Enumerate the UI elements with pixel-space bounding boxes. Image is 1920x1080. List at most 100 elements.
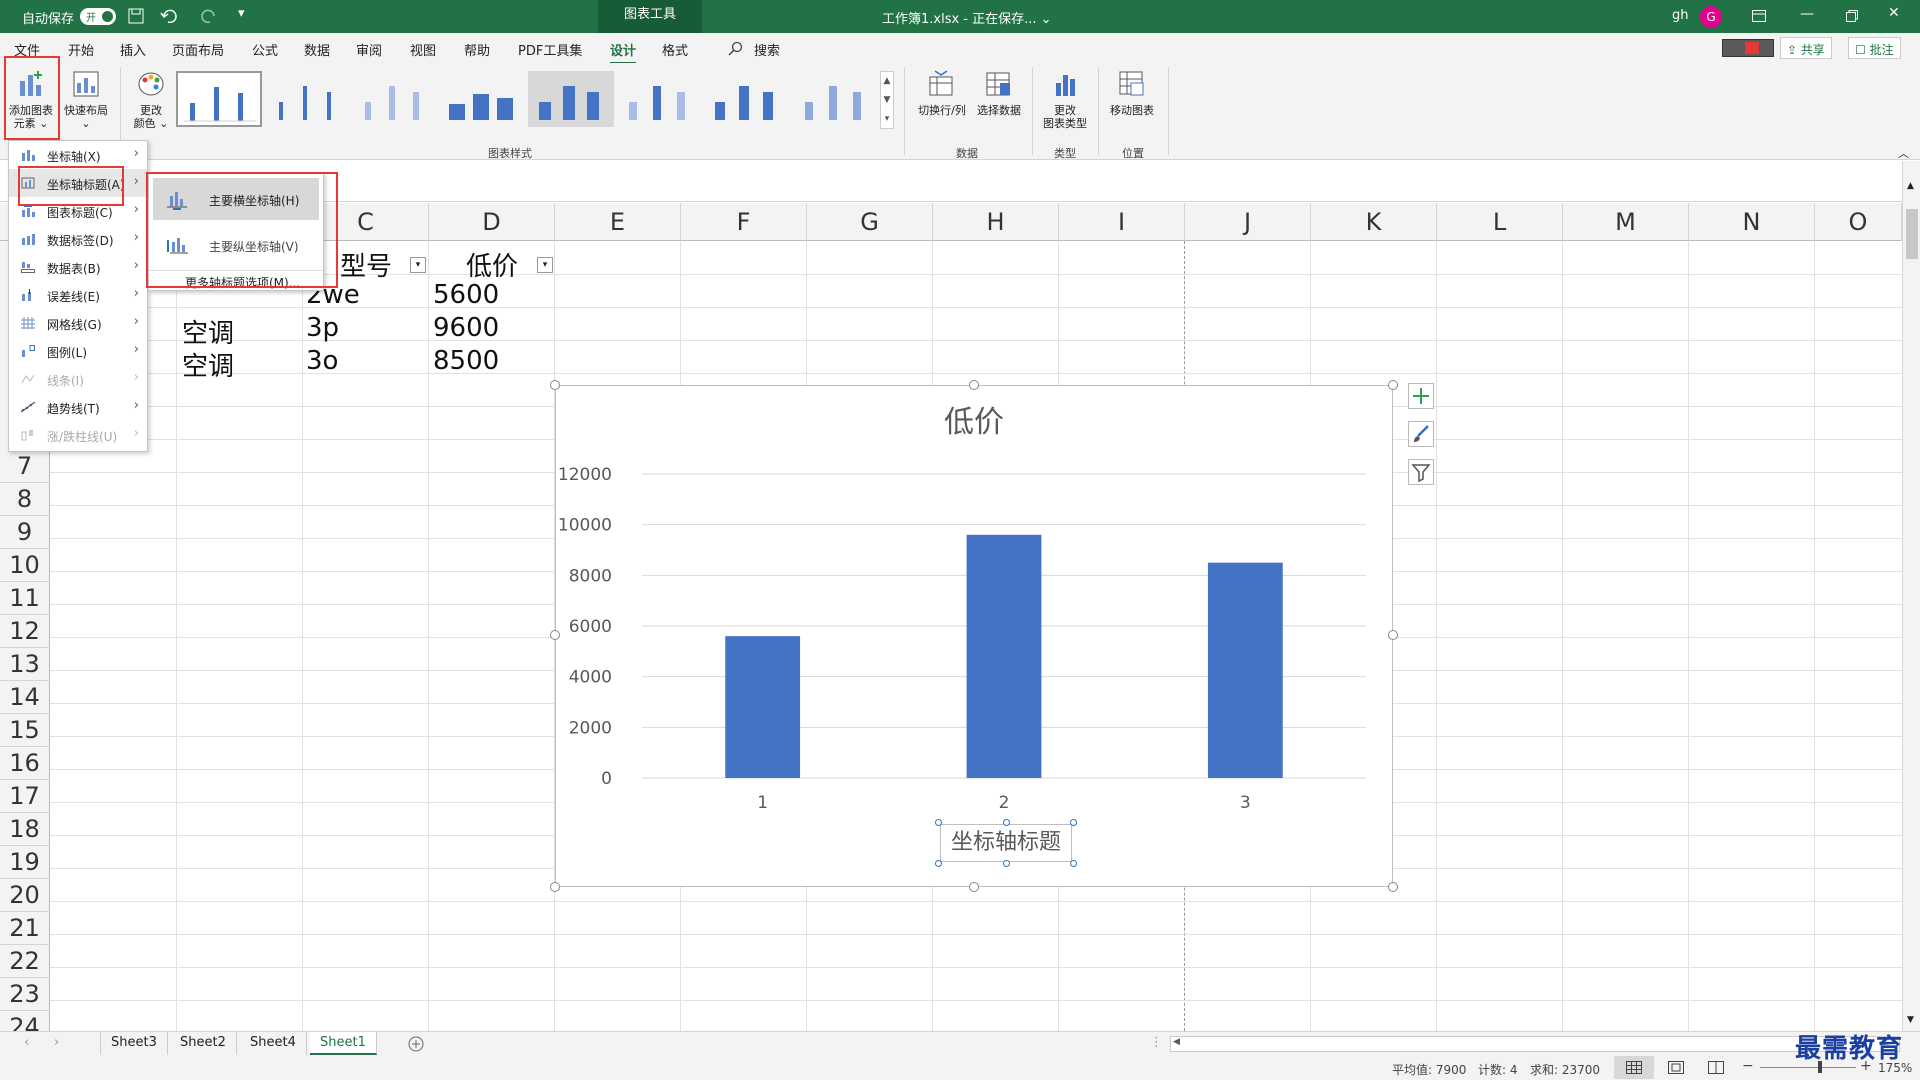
cell-b-row2[interactable]: 空调 (182, 313, 234, 350)
autosave-toggle[interactable]: 开 (80, 8, 116, 25)
resize-handle[interactable] (1003, 860, 1010, 867)
menu-help[interactable]: 帮助 (464, 40, 490, 59)
menu-item-data-labels[interactable]: 数据标签(D) › (9, 225, 147, 253)
sheet-tab-sheet2[interactable]: Sheet2 (170, 1032, 237, 1055)
undo-icon[interactable] (160, 8, 180, 24)
row-header-16[interactable]: 16 (0, 747, 50, 780)
menu-review[interactable]: 审阅 (356, 40, 382, 59)
add-sheet-icon[interactable] (408, 1036, 424, 1052)
chart-style-2[interactable] (264, 71, 350, 127)
menu-item-axes[interactable]: 坐标轴(X) › (9, 141, 147, 169)
row-header-19[interactable]: 19 (0, 846, 50, 879)
change-chart-type-button[interactable]: 更改 图表类型 (1038, 69, 1092, 130)
chart-filters-button[interactable] (1408, 459, 1434, 485)
axis-title-textbox[interactable]: 坐标轴标题 (935, 819, 1077, 867)
column-header-n[interactable]: N (1689, 203, 1815, 241)
resize-handle[interactable] (935, 860, 942, 867)
chart-resize-handle[interactable] (550, 630, 560, 640)
column-header-i[interactable]: I (1059, 203, 1185, 241)
chart-styles-button[interactable] (1408, 421, 1434, 447)
horizontal-scrollbar[interactable]: ◀ (1170, 1036, 1900, 1052)
chart-elements-button[interactable] (1408, 383, 1434, 409)
user-name[interactable]: gh (1672, 8, 1689, 23)
scroll-down-icon[interactable]: ▼ (1907, 1015, 1914, 1025)
row-header-18[interactable]: 18 (0, 813, 50, 846)
cell-b-row3[interactable]: 空调 (182, 346, 234, 383)
cell-c-row3[interactable]: 3o (306, 346, 338, 376)
prev-sheet-icon[interactable]: ‹ (24, 1035, 29, 1050)
quick-layout-button[interactable]: 快速布局 ⌄ (60, 69, 112, 130)
vertical-scrollbar[interactable]: ▲ ▼ (1902, 161, 1920, 1031)
customize-qat-icon[interactable]: ▾ (238, 6, 245, 21)
chart-styles-scroll[interactable]: ▲ ▼ ▾ (880, 71, 894, 129)
comment-button[interactable]: ☐ 批注 (1848, 37, 1901, 59)
row-header-20[interactable]: 20 (0, 879, 50, 912)
ribbon-display-icon[interactable] (1752, 10, 1766, 22)
row-header-21[interactable]: 21 (0, 912, 50, 945)
bar-chart[interactable]: 低价 0 2000 4000 6000 8000 10000 12000 1 2 3 坐标轴标题 (555, 385, 1393, 887)
chart-resize-handle[interactable] (550, 882, 560, 892)
collapse-ribbon-icon[interactable]: ︿ (1898, 145, 1909, 161)
cell-d-row2[interactable]: 9600 (433, 313, 499, 343)
search-box[interactable]: 搜索 (754, 40, 780, 59)
sheet-tab-sheet1[interactable]: Sheet1 (310, 1032, 377, 1055)
menu-formulas[interactable]: 公式 (252, 40, 278, 59)
column-header-f[interactable]: F (681, 203, 807, 241)
filter-dropdown-d[interactable]: ▾ (537, 257, 553, 273)
menu-pdf-tools[interactable]: PDF工具集 (518, 40, 582, 59)
chart-style-5[interactable] (528, 71, 614, 127)
save-icon[interactable] (128, 8, 144, 24)
resize-handle[interactable] (1070, 860, 1077, 867)
bar-3[interactable] (1207, 562, 1283, 778)
chart-style-4[interactable] (440, 71, 526, 127)
sheet-tab-sheet3[interactable]: Sheet3 (100, 1032, 168, 1055)
share-button[interactable]: ⇪ 共享 (1780, 37, 1832, 59)
minimize-icon[interactable]: — (1800, 6, 1814, 22)
menu-insert[interactable]: 插入 (120, 40, 146, 59)
row-header-13[interactable]: 13 (0, 648, 50, 681)
resize-handle[interactable] (1003, 819, 1010, 826)
row-header-8[interactable]: 8 (0, 483, 50, 516)
row-header-22[interactable]: 22 (0, 945, 50, 978)
chart-style-8[interactable] (792, 71, 878, 127)
next-sheet-icon[interactable]: › (54, 1035, 59, 1050)
filter-dropdown-c[interactable]: ▾ (410, 257, 426, 273)
chart-resize-handle[interactable] (550, 380, 560, 390)
row-header-17[interactable]: 17 (0, 780, 50, 813)
column-header-g[interactable]: G (807, 203, 933, 241)
move-chart-button[interactable]: 移动图表 (1104, 69, 1160, 117)
cell-c-header[interactable]: 型号 (340, 246, 392, 283)
switch-row-column-button[interactable]: 切换行/列 (912, 69, 972, 117)
row-header-14[interactable]: 14 (0, 681, 50, 714)
resize-handle[interactable] (935, 819, 942, 826)
row-header-24[interactable]: 24 (0, 1011, 50, 1031)
column-header-d[interactable]: D (429, 203, 555, 241)
scroll-left-icon[interactable]: ◀ (1173, 1037, 1180, 1047)
normal-view-button[interactable] (1614, 1056, 1654, 1079)
restore-icon[interactable] (1846, 10, 1858, 22)
chart-resize-handle[interactable] (1388, 630, 1398, 640)
chart-resize-handle[interactable] (969, 380, 979, 390)
row-header-23[interactable]: 23 (0, 978, 50, 1011)
sogou-ime-icon[interactable] (1722, 39, 1774, 57)
change-colors-button[interactable]: 更改 颜色 ⌄ (128, 69, 174, 130)
menu-item-error-bars[interactable]: 误差线(E) › (9, 281, 147, 309)
page-layout-view-icon[interactable] (1668, 1061, 1684, 1074)
page-break-view-icon[interactable] (1708, 1061, 1724, 1074)
menu-page-layout[interactable]: 页面布局 (172, 40, 224, 59)
cell-d-header[interactable]: 低价 (466, 246, 518, 283)
redo-icon[interactable] (198, 8, 218, 24)
menu-item-gridlines[interactable]: 网格线(G) › (9, 309, 147, 337)
row-header-7[interactable]: 7 (0, 450, 50, 483)
select-data-button[interactable]: 选择数据 (972, 69, 1026, 117)
column-header-j[interactable]: J (1185, 203, 1311, 241)
column-header-h[interactable]: H (933, 203, 1059, 241)
chart-title[interactable]: 低价 (944, 405, 1004, 440)
menu-data[interactable]: 数据 (304, 40, 330, 59)
row-header-9[interactable]: 9 (0, 516, 50, 549)
zoom-out-icon[interactable]: − (1742, 1058, 1754, 1074)
tab-splitter-icon[interactable]: ⋮ (1150, 1035, 1163, 1050)
row-header-15[interactable]: 15 (0, 714, 50, 747)
cell-d-row1[interactable]: 5600 (433, 280, 499, 310)
column-header-e[interactable]: E (555, 203, 681, 241)
